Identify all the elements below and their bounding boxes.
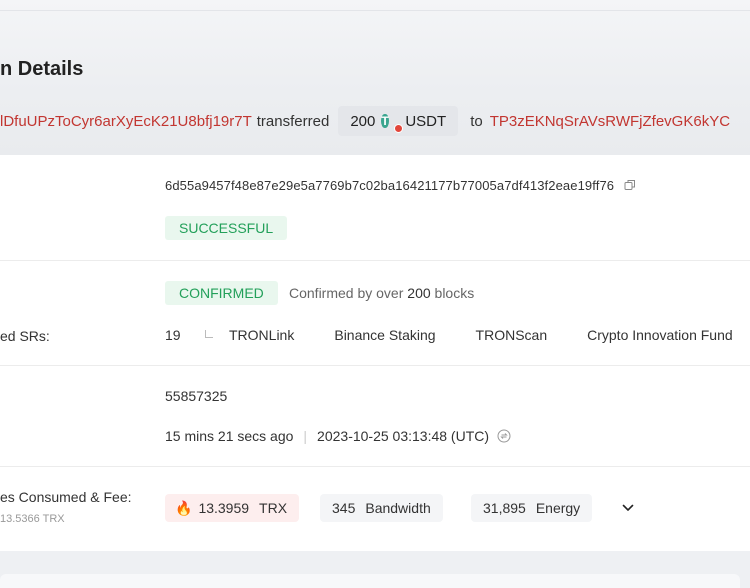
resources-total-fee: 13.5366 TRX [0,513,65,525]
flame-icon: 🔥 [175,500,193,516]
srs-label: ed SRs: [0,328,50,344]
from-address-link[interactable]: lDfuUPzToCyr6arXyEcK21U8bfj19r7T [0,113,252,130]
to-text: to [470,112,483,130]
confirmation-note: Confirmed by over 200 blocks [289,285,474,301]
trx-fee-value: 13.3959 [198,500,250,516]
sr-link-crypto-innovation-fund[interactable]: Crypto Innovation Fund [587,327,733,343]
hash-value: 6d55a9457f48e87e29e5a7769b7c02ba16421177… [165,178,615,193]
time-separator: | [303,428,308,444]
time-age: 15 mins 21 secs ago [165,428,294,444]
transaction-hash: 6d55a9457f48e87e29e5a7769b7c02ba16421177… [165,178,636,193]
sr-link-tronlink[interactable]: TRONLink [229,327,294,343]
trx-fee-unit: TRX [259,500,288,516]
confirmed-blocks: 200 [407,285,431,301]
energy-unit: Energy [535,500,581,516]
row-divider [0,260,750,261]
bandwidth-value: 345 [332,500,356,516]
energy-value: 31,895 [483,500,526,516]
token-amount-pill[interactable]: 200 T USDT [338,106,459,136]
sr-list: 19 TRONLink Binance Staking TRONScan Cry… [165,327,750,343]
sr-link-tronscan[interactable]: TRONScan [476,327,548,343]
row-divider [0,466,750,467]
token-symbol: USDT [405,112,447,130]
tether-icon: T [381,112,404,133]
header-divider [0,10,750,11]
status-badge: SUCCESSFUL [165,216,288,240]
transaction-details-card: 6d55a9457f48e87e29e5a7769b7c02ba16421177… [0,155,750,551]
timestamp: 2023-10-25 03:13:48 (UTC) [317,428,490,444]
bandwidth-pill: 345 Bandwidth [320,494,443,522]
energy-pill: 31,895 Energy [471,494,593,522]
bandwidth-unit: Bandwidth [365,500,431,516]
transfer-summary: lDfuUPzToCyr6arXyEcK21U8bfj19r7T transfe… [0,106,750,136]
sr-link-binance-staking[interactable]: Binance Staking [334,327,435,343]
row-divider [0,365,750,366]
next-section-card [0,574,740,588]
tree-corner-icon [205,330,213,338]
to-address-link[interactable]: TP3zEKNqSrAVsRWFjZfevGK6kYC [490,113,730,130]
transferred-text: transferred [256,112,330,130]
clock-switch-icon[interactable] [497,429,511,443]
trx-fee-pill: 🔥 13.3959 TRX [165,494,300,522]
block-number-link[interactable]: 55857325 [165,388,227,404]
page-title: n Details [0,58,84,80]
chevron-down-icon[interactable] [622,504,634,512]
time-row: 15 mins 21 secs ago | 2023-10-25 03:13:4… [165,428,511,444]
token-amount: 200 [350,112,376,130]
copy-icon[interactable] [624,179,636,191]
confirmation-badge: CONFIRMED [165,281,278,305]
sr-count: 19 [165,327,181,343]
resources-label: es Consumed & Fee: [0,489,132,505]
confirmed-suffix: blocks [434,285,475,301]
confirmed-prefix: Confirmed by over [289,285,404,301]
